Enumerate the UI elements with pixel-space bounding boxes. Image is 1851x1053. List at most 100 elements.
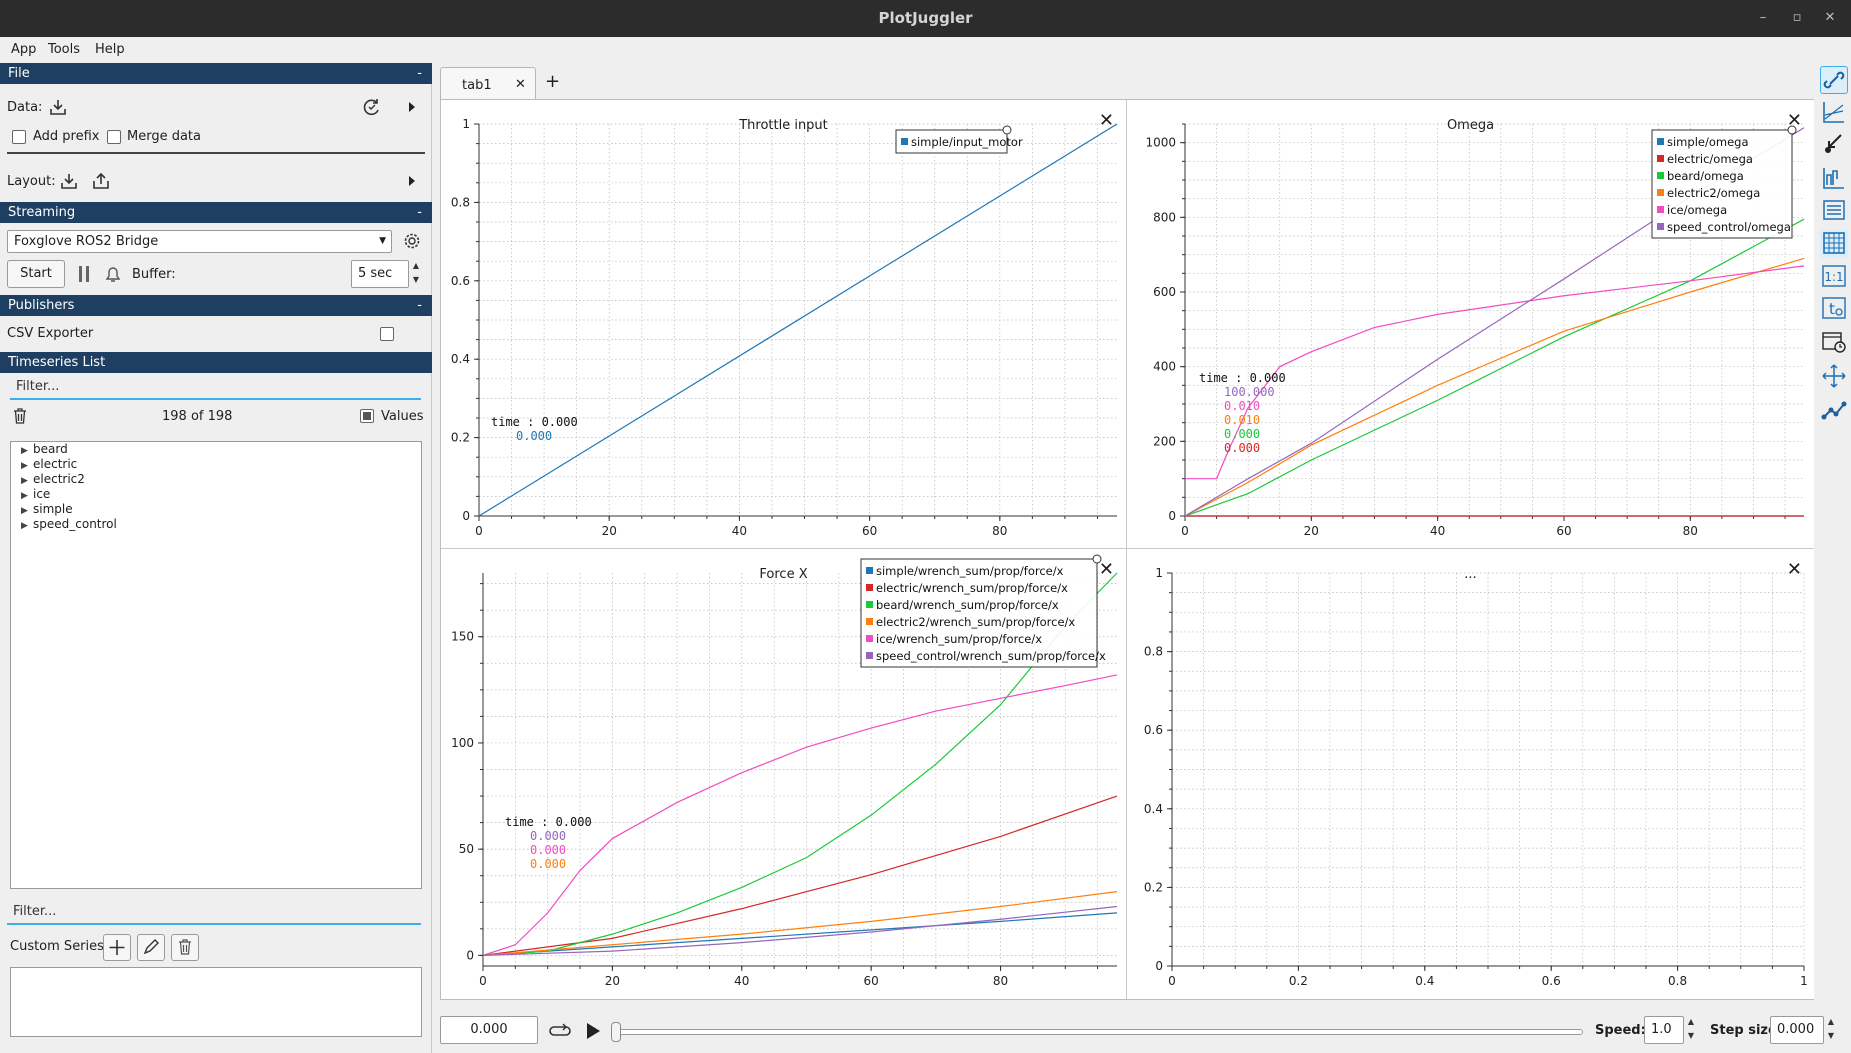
close-plot-icon[interactable]: ✕ (1787, 561, 1802, 579)
timeline-handle[interactable] (611, 1022, 621, 1042)
path-icon[interactable] (1820, 397, 1848, 425)
ratio-icon[interactable] (1820, 99, 1848, 127)
legend-entry[interactable]: beard/wrench_sum/prop/force/x (876, 598, 1059, 612)
file-section-header[interactable]: File - (0, 63, 432, 84)
plot-omega[interactable]: 0 20 40 60 80 0 200 400 600 800 1000 simple/omega el… (1127, 100, 1814, 549)
merge-data-checkbox[interactable] (107, 130, 121, 144)
timeline-slider[interactable] (615, 1029, 1583, 1035)
spin-down-icon[interactable]: ▼ (410, 275, 422, 284)
chart-svg[interactable]: 0 20 40 60 80050100150simple/wrench_sum/prop… (441, 549, 1127, 999)
legend-entry[interactable]: ice/wrench_sum/prop/force/x (876, 632, 1042, 646)
chart-svg[interactable]: 0 20 40 60 8002004006008001000 simple/omegael… (1127, 100, 1814, 549)
link-icon[interactable] (1820, 66, 1848, 94)
legend-entry[interactable]: electric/omega (1667, 152, 1753, 166)
grid-icon[interactable] (1820, 230, 1848, 258)
tree-item-beard[interactable]: ▶ beard (21, 442, 68, 457)
custom-series-filter-input[interactable]: Filter... (7, 901, 421, 925)
chart-svg[interactable]: 0 0.2 0.4 0.6 0.8 100.20.40.60.81 (1127, 549, 1814, 999)
tree-item-electric2[interactable]: ▶ electric2 (21, 472, 85, 487)
one-to-one-icon[interactable]: 1:1 (1820, 263, 1848, 291)
play-icon[interactable] (584, 1021, 602, 1041)
delete-custom-series-button[interactable] (171, 934, 199, 961)
pause-icon[interactable] (77, 264, 91, 284)
legend-entry[interactable]: speed_control/wrench_sum/prop/force/x (876, 649, 1106, 663)
collapse-icon[interactable]: - (417, 202, 422, 223)
chart-icon[interactable] (1820, 165, 1848, 193)
plot-empty[interactable]: 0 0.2 0.4 0.6 0.8 1 0 0.2 0.4 0.6 0.8 1 ... ✕ (1127, 549, 1814, 999)
trash-icon[interactable] (12, 407, 28, 425)
spin-down-icon[interactable]: ▼ (1685, 1031, 1697, 1040)
collapse-icon[interactable]: - (417, 63, 422, 84)
spin-down-icon[interactable]: ▼ (1825, 1031, 1837, 1040)
y-tick-label: 0.2 (451, 431, 470, 445)
close-plot-icon[interactable]: ✕ (1099, 561, 1114, 579)
streaming-section-header[interactable]: Streaming - (0, 202, 432, 223)
load-layout-icon[interactable] (60, 172, 78, 190)
legend[interactable]: simple/omega electric/omega beard/omega ele… (1651, 125, 1797, 239)
streaming-source-select[interactable]: Foxglove ROS2 Bridge ▼ (7, 230, 392, 253)
legend-entry[interactable]: electric/wrench_sum/prop/force/x (876, 581, 1068, 595)
spin-up-icon[interactable]: ▲ (1825, 1017, 1837, 1026)
legend-swatch (1657, 189, 1664, 196)
clock-icon[interactable] (1820, 329, 1848, 357)
save-layout-icon[interactable] (92, 172, 110, 190)
step-size-input[interactable]: 0.000 (1770, 1016, 1824, 1044)
timeseries-tree[interactable]: ▶ beard ▶ electric ▶ electric2 ▶ ice ▶ simple… (10, 441, 422, 889)
expand-layout-icon[interactable] (407, 175, 417, 187)
close-icon[interactable]: ✕ (1821, 9, 1839, 27)
timeseries-filter-input[interactable]: Filter... (10, 376, 421, 400)
move-icon[interactable] (1820, 363, 1848, 391)
custom-series-list[interactable] (10, 967, 422, 1037)
legend-entry[interactable]: ice/omega (1667, 203, 1727, 217)
add-tab-icon[interactable]: + (545, 71, 560, 92)
legend-entry[interactable]: speed_control/omega (1667, 220, 1791, 234)
minimize-icon[interactable]: – (1754, 9, 1772, 27)
tree-item-speed-control[interactable]: ▶ speed_control (21, 517, 117, 532)
legend-entry[interactable]: beard/omega (1667, 169, 1744, 183)
reload-icon[interactable] (362, 97, 382, 117)
start-button[interactable]: Start (7, 260, 65, 288)
collapse-icon[interactable]: - (417, 295, 422, 316)
legend-entry[interactable]: electric2/wrench_sum/prop/force/x (876, 615, 1075, 629)
loop-icon[interactable] (548, 1021, 572, 1041)
buffer-input[interactable]: 5 sec (351, 260, 409, 288)
t0-icon[interactable]: t (1820, 295, 1848, 323)
y-tick-label: 0.2 (1144, 880, 1163, 894)
menu-tools[interactable]: Tools (48, 42, 80, 57)
add-prefix-checkbox[interactable] (12, 130, 26, 144)
menu-help[interactable]: Help (95, 42, 125, 57)
tree-item-electric[interactable]: ▶ electric (21, 457, 77, 472)
tree-item-simple[interactable]: ▶ simple (21, 502, 73, 517)
bell-icon[interactable] (104, 264, 122, 284)
legend-entry[interactable]: simple/input_motor (911, 135, 1023, 149)
plot-force-x[interactable]: 0 20 40 60 80 0 50 100 150 simple/wrench_sum/prop… (441, 549, 1127, 999)
spin-up-icon[interactable]: ▲ (410, 261, 422, 270)
list-icon[interactable] (1820, 197, 1848, 225)
menu-bar: App Tools Help (0, 37, 1851, 63)
close-plot-icon[interactable]: ✕ (1099, 112, 1114, 130)
edit-custom-series-button[interactable] (137, 934, 165, 961)
chart-svg[interactable]: 0 20 40 60 8000.20.40.60.81simple/input_moto… (441, 100, 1127, 549)
expand-arrow-icon[interactable]: ▶ (21, 519, 33, 534)
csv-exporter-checkbox[interactable] (380, 327, 394, 341)
gear-icon[interactable] (403, 232, 421, 250)
time-input[interactable]: 0.000 (440, 1016, 538, 1044)
y-tick-label: 0.6 (1144, 723, 1163, 737)
speed-input[interactable]: 1.0 (1644, 1016, 1684, 1044)
menu-app[interactable]: App (11, 42, 36, 57)
tree-item-ice[interactable]: ▶ ice (21, 487, 50, 502)
import-data-icon[interactable] (49, 98, 67, 116)
add-custom-series-button[interactable] (103, 934, 131, 961)
pointer-icon[interactable] (1820, 131, 1848, 159)
expand-data-icon[interactable] (407, 101, 417, 113)
close-plot-icon[interactable]: ✕ (1787, 112, 1802, 130)
legend-entry[interactable]: simple/omega (1667, 135, 1749, 149)
values-checkbox[interactable] (360, 409, 374, 423)
publishers-section-header[interactable]: Publishers - (0, 295, 432, 316)
spin-up-icon[interactable]: ▲ (1685, 1017, 1697, 1026)
plot-throttle-input[interactable]: 0 20 40 60 80 0 0.2 0.4 0.6 0.8 1 simple/input_moto… (441, 100, 1127, 549)
maximize-icon[interactable]: ▫ (1788, 9, 1806, 27)
legend-entry[interactable]: electric2/omega (1667, 186, 1760, 200)
close-tab-icon[interactable]: ✕ (515, 77, 526, 92)
tab-tab1[interactable]: tab1 ✕ (440, 67, 536, 101)
